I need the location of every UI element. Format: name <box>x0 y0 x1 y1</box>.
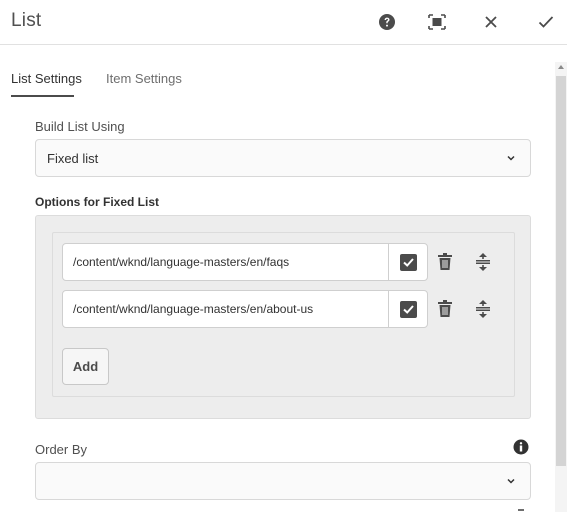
field-divider <box>388 291 389 327</box>
chevron-down-icon <box>507 155 515 161</box>
build-list-label: Build List Using <box>35 119 125 134</box>
order-by-select[interactable] <box>35 462 531 500</box>
add-item-button[interactable]: Add <box>62 348 109 385</box>
fixed-list-label: Options for Fixed List <box>35 195 160 209</box>
path-field[interactable]: /content/wknd/language-masters/en/faqs <box>73 255 289 269</box>
dialog-header: List <box>0 0 567 45</box>
tab-item-settings[interactable]: Item Settings <box>106 71 182 86</box>
field-divider <box>388 244 389 280</box>
drag-handle-icon <box>476 253 490 271</box>
done-button[interactable] <box>534 10 558 34</box>
reorder-item-handle[interactable] <box>471 297 495 321</box>
info-icon[interactable] <box>513 439 529 455</box>
fullscreen-button[interactable] <box>425 10 449 34</box>
checkbox-checked-icon[interactable] <box>400 301 417 318</box>
active-tab-indicator <box>11 95 74 97</box>
next-field-label-fragment <box>518 509 524 511</box>
dialog-title: List <box>11 10 42 31</box>
tab-list: List Settings Item Settings <box>0 46 555 98</box>
checkbox-checked-icon[interactable] <box>400 254 417 271</box>
list-item: /content/wknd/language-masters/en/about-… <box>62 290 428 328</box>
scrollbar-thumb[interactable] <box>556 76 566 466</box>
fullscreen-icon <box>428 14 446 30</box>
trash-icon <box>438 300 452 317</box>
scroll-up-icon[interactable] <box>558 65 564 69</box>
build-list-value: Fixed list <box>47 151 99 166</box>
build-list-select[interactable]: Fixed list <box>35 139 531 177</box>
scrollbar[interactable] <box>555 62 567 512</box>
reorder-item-handle[interactable] <box>471 250 495 274</box>
close-button[interactable] <box>479 10 503 34</box>
delete-item-button[interactable] <box>433 250 457 274</box>
chevron-down-icon <box>507 478 515 484</box>
help-button[interactable] <box>375 10 399 34</box>
order-by-label: Order By <box>35 442 88 457</box>
help-icon <box>379 14 395 30</box>
path-field[interactable]: /content/wknd/language-masters/en/about-… <box>73 302 313 316</box>
list-item: /content/wknd/language-masters/en/faqs <box>62 243 428 281</box>
drag-handle-icon <box>476 300 490 318</box>
tab-list-settings[interactable]: List Settings <box>11 71 82 86</box>
trash-icon <box>438 253 452 270</box>
checkmark-icon <box>538 16 554 28</box>
delete-item-button[interactable] <box>433 297 457 321</box>
close-icon <box>485 16 497 28</box>
